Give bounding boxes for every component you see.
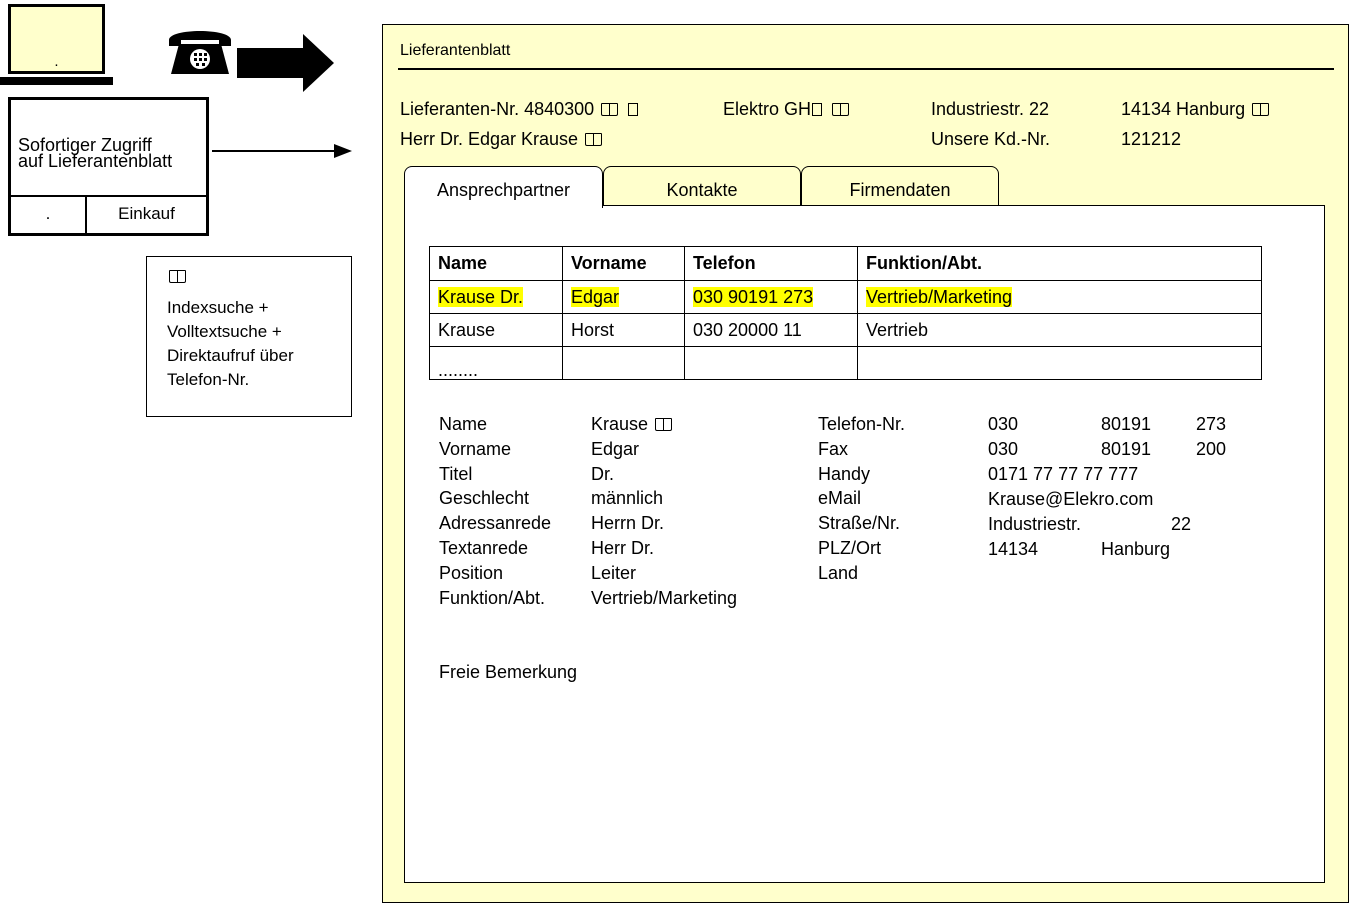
search-line: Volltextsuche + — [167, 322, 282, 341]
table-cell: ........ — [429, 346, 563, 380]
book-icon[interactable] — [655, 418, 673, 431]
email-field[interactable]: Krause@Elekro.com — [988, 487, 1153, 512]
detail-label: Vorname — [439, 438, 512, 459]
contact-person: Herr Dr. Edgar Krause — [400, 129, 579, 149]
tab-kontakte[interactable]: Kontakte — [603, 166, 801, 206]
book-icon[interactable] — [832, 103, 850, 116]
fax-extension[interactable]: 200 — [1196, 437, 1226, 462]
table-cell: Vertrieb — [857, 313, 1262, 347]
table-header-row: Name Vorname Telefon Funktion/Abt. — [429, 246, 1262, 281]
detail-label: Land — [818, 562, 859, 583]
monitor-label: . — [54, 53, 59, 70]
detail-value[interactable]: Edgar — [591, 437, 737, 462]
column-header[interactable]: Name — [429, 246, 563, 281]
keyboard-icon — [0, 77, 113, 85]
street-number[interactable]: 22 — [1171, 512, 1191, 537]
table-cell — [684, 346, 858, 380]
table-row[interactable]: Krause Horst 030 20000 11 Vertrieb — [429, 313, 1262, 347]
table-cell — [857, 346, 1262, 380]
tab-firmendaten[interactable]: Firmendaten — [801, 166, 999, 206]
fax-number[interactable]: 80191 — [1101, 437, 1151, 462]
book-icon[interactable] — [601, 103, 619, 116]
street: Industriestr. 22 — [931, 99, 1050, 119]
detail-labels-right: Telefon-Nr. Fax Handy eMail Straße/Nr. P… — [818, 412, 905, 586]
city[interactable]: Hanburg — [1101, 537, 1170, 562]
table-cell: 030 20000 11 — [684, 313, 858, 347]
column-header[interactable]: Telefon — [684, 246, 858, 281]
customer-no: 121212 — [1121, 129, 1182, 149]
einkauf-button[interactable]: Einkauf — [87, 197, 206, 233]
detail-value[interactable]: Herr Dr. — [591, 536, 737, 561]
table-cell: Krause — [429, 313, 563, 347]
telephone-icon — [169, 31, 231, 74]
mobile-number[interactable]: 0171 77 77 77 777 — [988, 462, 1138, 487]
supplier-no: 4840300 — [524, 99, 595, 119]
detail-labels-left: Name Vorname Titel Geschlecht Adressanre… — [439, 412, 551, 610]
placeholder-box-icon — [628, 103, 639, 116]
detail-label: Funktion/Abt. — [439, 587, 546, 608]
detail-label: Geschlecht — [439, 488, 530, 509]
fax-area-code[interactable]: 030 — [988, 437, 1018, 462]
table-cell — [562, 346, 685, 380]
table-cell: Horst — [562, 313, 685, 347]
detail-label: Textanrede — [439, 537, 529, 558]
search-line: Telefon-Nr. — [167, 370, 250, 389]
company-name: Elektro GH — [723, 99, 812, 119]
table-cell: Krause Dr. — [438, 286, 524, 307]
placeholder-box-icon — [812, 103, 823, 116]
small-arrow-icon — [212, 144, 352, 158]
detail-value[interactable]: Dr. — [591, 462, 737, 487]
street-name[interactable]: Industriestr. — [988, 512, 1081, 537]
book-icon[interactable] — [1252, 103, 1270, 116]
computer-monitor-icon: . — [8, 4, 105, 74]
phone-number[interactable]: 80191 — [1101, 412, 1151, 437]
detail-value[interactable]: Leiter — [591, 561, 737, 586]
phone-area-code[interactable]: 030 — [988, 412, 1018, 437]
search-line: Indexsuche + — [167, 298, 269, 317]
phone-extension[interactable]: 273 — [1196, 412, 1226, 437]
zip-city: 14134 Hanburg — [1121, 99, 1246, 119]
contacts-table: Name Vorname Telefon Funktion/Abt. Kraus… — [429, 246, 1262, 380]
big-arrow-icon — [237, 34, 334, 92]
detail-label: Straße/Nr. — [818, 513, 901, 534]
table-row[interactable]: ........ — [429, 346, 1262, 380]
detail-value[interactable]: Krause — [591, 414, 648, 434]
detail-label: eMail — [818, 488, 862, 509]
book-icon — [169, 270, 186, 283]
detail-values-left: Krause Edgar Dr. männlich Herrn Dr. Herr… — [591, 412, 737, 610]
table-cell: Edgar — [571, 286, 620, 307]
table-cell: 030 90191 273 — [693, 286, 814, 307]
title-divider — [398, 68, 1334, 70]
column-header[interactable]: Vorname — [562, 246, 685, 281]
tab-panel: Name Vorname Telefon Funktion/Abt. Kraus… — [404, 205, 1325, 883]
search-line: Direktaufruf über — [167, 346, 294, 365]
zip-code[interactable]: 14134 — [988, 537, 1038, 562]
detail-label: Telefon-Nr. — [818, 414, 906, 434]
detail-label: Adressanrede — [439, 513, 552, 534]
column-header[interactable]: Funktion/Abt. — [857, 246, 1262, 281]
detail-value[interactable]: Herrn Dr. — [591, 511, 737, 536]
access-left-cell[interactable]: . — [11, 197, 87, 233]
table-row[interactable]: Krause Dr. Edgar 030 90191 273 Vertrieb/… — [429, 280, 1262, 314]
customer-no-label: Unsere Kd.-Nr. — [931, 129, 1051, 149]
supplier-sheet-window: Lieferantenblatt Lieferanten-Nr. 4840300… — [382, 24, 1349, 903]
search-info-box: Indexsuche + Volltextsuche + Direktaufru… — [146, 256, 352, 417]
book-icon[interactable] — [585, 133, 603, 146]
window-title: Lieferantenblatt — [400, 42, 511, 59]
detail-label: Name — [439, 414, 488, 434]
detail-label: Handy — [818, 463, 871, 484]
quick-access-box[interactable]: Sofortiger Zugriff auf Lieferantenblatt … — [8, 97, 209, 236]
remarks-label: Freie Bemerkung — [439, 662, 578, 682]
detail-label: Position — [439, 562, 504, 583]
detail-value[interactable]: männlich — [591, 486, 737, 511]
table-cell: Vertrieb/Marketing — [866, 286, 1013, 307]
detail-value[interactable]: Vertrieb/Marketing — [591, 586, 737, 611]
detail-label: PLZ/Ort — [818, 537, 882, 558]
access-text-line2: auf Lieferantenblatt — [18, 151, 173, 171]
supplier-no-label: Lieferanten-Nr. — [400, 99, 520, 119]
detail-label: Titel — [439, 463, 473, 484]
detail-label: Fax — [818, 438, 849, 459]
tab-ansprechpartner[interactable]: Ansprechpartner — [404, 166, 603, 208]
